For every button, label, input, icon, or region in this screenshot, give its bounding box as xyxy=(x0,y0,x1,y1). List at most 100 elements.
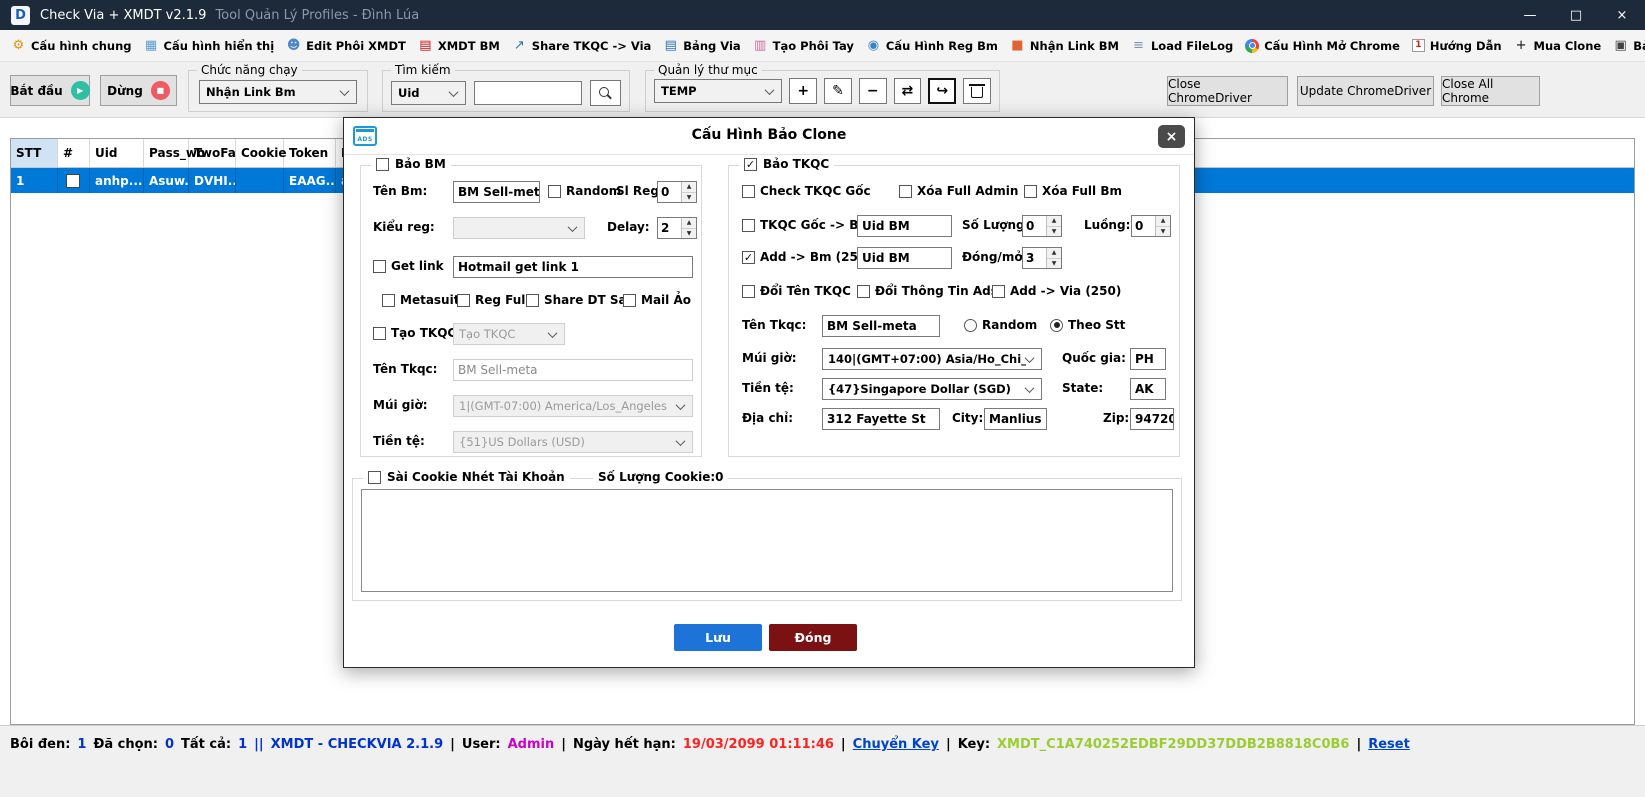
add-bm-input[interactable]: Uid BM xyxy=(857,247,952,269)
folder-refresh-button[interactable]: ⇄ xyxy=(894,78,922,104)
close-chromedriver-button[interactable]: Close ChromeDriver xyxy=(1167,76,1288,106)
quoc-gia-input[interactable]: PH xyxy=(1130,348,1166,370)
tao-tkqc-select[interactable]: Tạo TKQC xyxy=(453,323,565,345)
column-header-password[interactable]: Pass_wo xyxy=(144,139,189,167)
get-link-input[interactable]: Hotmail get link 1 xyxy=(453,256,693,278)
toolbar-item-cau-hinh-hien-thi[interactable]: ▦ Cấu hình hiển thị xyxy=(138,33,281,59)
delay-spinner[interactable]: 2 ▲▼ xyxy=(657,217,697,239)
doi-ten-tkqc-checkbox[interactable] xyxy=(742,285,755,298)
toolbar-item-cau-hinh-mo-chrome[interactable]: Cấu Hình Mở Chrome xyxy=(1239,33,1406,59)
close-dialog-button[interactable]: Đóng xyxy=(769,624,857,651)
minimize-button[interactable]: — xyxy=(1507,0,1553,30)
spinner-arrows[interactable]: ▲▼ xyxy=(1046,248,1061,268)
toolbar-item-share-tkqc-via[interactable]: ↗ Share TKQC -> Via xyxy=(506,33,658,59)
xoa-full-admin-checkbox[interactable] xyxy=(899,185,912,198)
ten-tkqc-input[interactable]: BM Sell-meta xyxy=(822,315,940,337)
dialog-close-button[interactable]: × xyxy=(1158,125,1185,148)
tao-tkqc-checkbox[interactable] xyxy=(373,327,386,340)
column-header-cookie[interactable]: Cookie xyxy=(236,139,284,167)
start-button[interactable]: Bắt đầu ▶ xyxy=(10,75,90,106)
toolbar-item-cau-hinh-reg-bm[interactable]: ◉ Cấu Hình Reg Bm xyxy=(860,33,1004,59)
reg-full-checkbox[interactable] xyxy=(457,294,470,307)
share-dt-sau-checkbox[interactable] xyxy=(526,294,539,307)
mui-gio-bm-select[interactable]: 1|(GMT-07:00) America/Los_Angeles xyxy=(453,395,693,417)
toolbar-item-huong-dan[interactable]: 1 Hướng Dẫn xyxy=(1406,33,1508,59)
metasuite-checkbox[interactable] xyxy=(382,294,395,307)
folder-export-button[interactable]: ↪ xyxy=(928,78,956,104)
folder-add-button[interactable]: + xyxy=(789,78,817,104)
search-button[interactable] xyxy=(590,80,621,106)
stop-button[interactable]: Dừng ■ xyxy=(100,75,177,106)
mail-ao-checkbox[interactable] xyxy=(623,294,636,307)
city-input[interactable]: Manlius xyxy=(984,408,1047,430)
chuyen-key-link[interactable]: Chuyển Key xyxy=(853,737,939,752)
tien-te-bm-select[interactable]: {51}US Dollars (USD) xyxy=(453,431,693,453)
toolbar-item-edit-phoi-xmdt[interactable]: ☻ Edit Phôi XMDT xyxy=(280,33,412,59)
state-input[interactable]: AK xyxy=(1130,378,1166,400)
folder-select[interactable]: TEMP xyxy=(654,79,782,103)
ten-tkqc-bm-input[interactable]: BM Sell-meta xyxy=(453,359,693,381)
close-all-chrome-button[interactable]: Close All Chrome xyxy=(1441,76,1540,106)
search-input[interactable] xyxy=(474,81,582,105)
sl-reg-spinner[interactable]: 0 ▲▼ xyxy=(657,181,697,203)
luong-value: 0 xyxy=(1132,216,1155,236)
folder-delete-button[interactable] xyxy=(963,78,991,104)
toolbar-item-xmdt-bm[interactable]: ▤ XMDT BM xyxy=(412,33,506,59)
toolbar-item-load-filelog[interactable]: ≡ Load FileLog xyxy=(1125,33,1239,59)
theo-stt-radio[interactable] xyxy=(1050,319,1063,332)
folder-remove-button[interactable]: − xyxy=(859,78,887,104)
toolbar-item-cau-hinh-chung[interactable]: ⚙ Cấu hình chung xyxy=(5,33,138,59)
get-link-checkbox[interactable] xyxy=(373,260,386,273)
bao-bm-checkbox[interactable] xyxy=(376,158,389,171)
toolbar-item-nhan-link-bm[interactable]: ■ Nhận Link BM xyxy=(1004,33,1125,59)
xoa-full-bm-checkbox[interactable] xyxy=(1024,185,1037,198)
kieu-reg-select[interactable] xyxy=(453,217,585,239)
spinner-arrows[interactable]: ▲▼ xyxy=(681,182,696,202)
mui-gio-select[interactable]: 140|(GMT+07:00) Asia/Ho_Chi_Minh xyxy=(822,348,1042,370)
zip-input[interactable]: 94720 xyxy=(1130,408,1174,430)
tien-te-label: Tiền tệ: xyxy=(742,381,794,395)
toolbar-item-bao-clone[interactable]: ▣ Bảo Clone xyxy=(1607,33,1645,59)
status-boi-den-value: 1 xyxy=(77,737,86,752)
toolbar-label: Nhận Link BM xyxy=(1030,39,1119,53)
toolbar-item-bang-via[interactable]: ▤ Bảng Via xyxy=(657,33,746,59)
save-button[interactable]: Lưu xyxy=(674,624,762,651)
column-header-uid[interactable]: Uid xyxy=(90,139,144,167)
random-bm-checkbox[interactable] xyxy=(548,185,561,198)
column-header-token[interactable]: Token xyxy=(284,139,336,167)
spinner-arrows[interactable]: ▲▼ xyxy=(681,218,696,238)
doi-thong-tin-ads-checkbox[interactable] xyxy=(857,285,870,298)
bao-tkqc-checkbox[interactable] xyxy=(744,158,757,171)
run-function-select[interactable]: Nhận Link Bm xyxy=(199,80,357,104)
random-radio[interactable] xyxy=(964,319,977,332)
close-all-chrome-label: Close All Chrome xyxy=(1442,77,1539,105)
so-luong-spinner[interactable]: 0 ▲▼ xyxy=(1022,215,1062,237)
search-type-select[interactable]: Uid xyxy=(391,81,466,105)
column-header-check[interactable]: # xyxy=(58,139,90,167)
sai-cookie-checkbox[interactable] xyxy=(368,471,381,484)
column-header-twofa[interactable]: TwoFa xyxy=(189,139,236,167)
dong-mo-spinner[interactable]: 3 ▲▼ xyxy=(1022,247,1062,269)
cookie-textarea[interactable] xyxy=(361,489,1173,592)
toolbar-item-tao-phoi-tay[interactable]: ▥ Tạo Phôi Tay xyxy=(747,33,860,59)
luong-spinner[interactable]: 0 ▲▼ xyxy=(1131,215,1171,237)
reset-link[interactable]: Reset xyxy=(1368,737,1410,752)
add-bm-250-checkbox[interactable] xyxy=(742,251,755,264)
column-header-stt[interactable]: STT xyxy=(11,139,58,167)
tkqc-goc-bm-checkbox[interactable] xyxy=(742,219,755,232)
folder-edit-button[interactable]: ✎ xyxy=(824,78,852,104)
spinner-arrows[interactable]: ▲▼ xyxy=(1155,216,1170,236)
dia-chi-input[interactable]: 312 Fayette St xyxy=(822,408,940,430)
update-chromedriver-button[interactable]: Update ChromeDriver xyxy=(1297,76,1434,106)
toolbar-item-mua-clone[interactable]: + Mua Clone xyxy=(1508,33,1608,59)
tkqc-goc-bm-input[interactable]: Uid BM xyxy=(857,215,952,237)
start-button-label: Bắt đầu xyxy=(10,84,62,98)
check-tkqc-goc-checkbox[interactable] xyxy=(742,185,755,198)
spinner-arrows[interactable]: ▲▼ xyxy=(1046,216,1061,236)
close-window-button[interactable]: × xyxy=(1599,0,1645,30)
tien-te-select[interactable]: {47}Singapore Dollar (SGD) xyxy=(822,378,1042,400)
ten-bm-input[interactable]: BM Sell-meta xyxy=(453,181,540,203)
row-checkbox[interactable] xyxy=(66,174,80,188)
maximize-button[interactable]: □ xyxy=(1553,0,1599,30)
add-via-250-checkbox[interactable] xyxy=(992,285,1005,298)
